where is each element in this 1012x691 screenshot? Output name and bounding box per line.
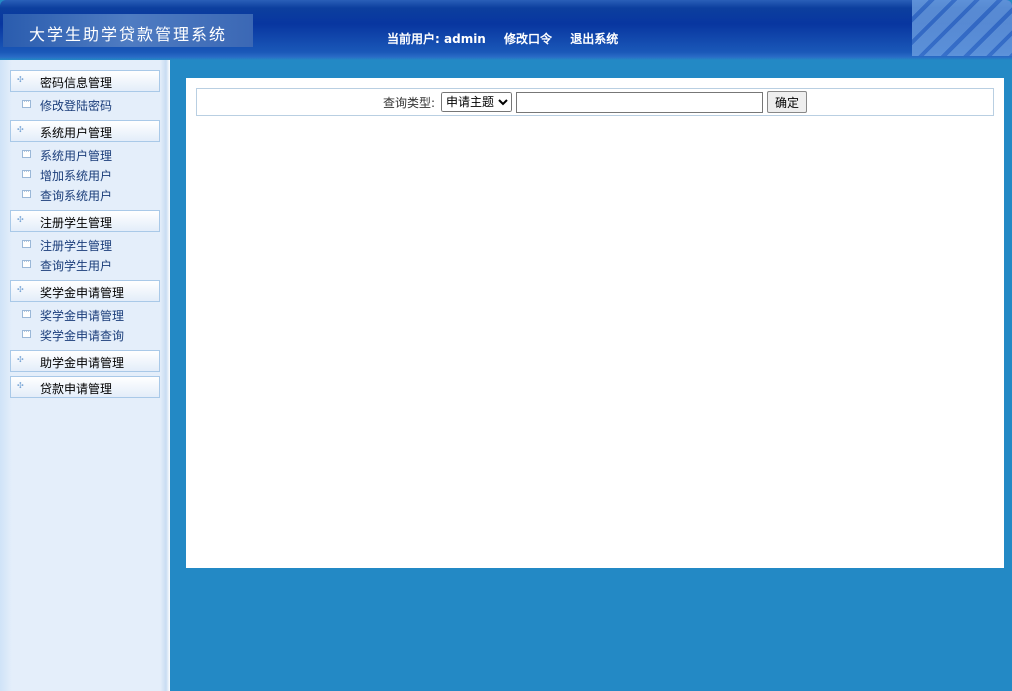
bullet-icon: ✣ bbox=[17, 355, 24, 364]
group-label: 贷款申请管理 bbox=[40, 382, 113, 396]
dots-icon: ··· bbox=[22, 329, 31, 338]
dots-icon: ··· bbox=[22, 189, 31, 198]
sidebar-group-scholarship[interactable]: ✣ 奖学金申请管理 bbox=[10, 280, 160, 302]
group-label: 系统用户管理 bbox=[40, 126, 113, 140]
sidebar-item-system-user-manage[interactable]: ··· 系统用户管理 bbox=[22, 147, 112, 164]
username: admin bbox=[444, 32, 486, 46]
user-bar: 当前用户: admin 修改口令 退出系统 bbox=[387, 30, 632, 47]
query-type-select[interactable]: 申请主题 bbox=[441, 92, 513, 112]
bullet-icon: ✣ bbox=[17, 125, 24, 134]
sidebar-item-add-system-user[interactable]: ··· 增加系统用户 bbox=[22, 167, 112, 184]
header: 大学生助学贷款管理系统 当前用户: admin 修改口令 退出系统 bbox=[0, 0, 1012, 60]
logout-link[interactable]: 退出系统 bbox=[570, 32, 618, 46]
sidebar-group-password[interactable]: ✣ 密码信息管理 bbox=[10, 70, 160, 92]
item-label: 奖学金申请查询 bbox=[40, 329, 125, 343]
sidebar-group-students[interactable]: ✣ 注册学生管理 bbox=[10, 210, 160, 232]
dots-icon: ··· bbox=[22, 149, 31, 158]
group-label: 助学金申请管理 bbox=[40, 356, 125, 370]
query-type-label: 查询类型: bbox=[382, 95, 436, 110]
item-label: 修改登陆密码 bbox=[40, 99, 113, 113]
dots-icon: ··· bbox=[22, 309, 31, 318]
sidebar-group-system-users[interactable]: ✣ 系统用户管理 bbox=[10, 120, 160, 142]
item-label: 奖学金申请管理 bbox=[40, 309, 125, 323]
sidebar: ✣ 密码信息管理 ··· 修改登陆密码 ✣ 系统用户管理 ··· 系统用户管理 ··· 增… bbox=[0, 60, 170, 691]
dots-icon: ··· bbox=[22, 169, 31, 178]
group-label: 密码信息管理 bbox=[40, 76, 113, 90]
sidebar-group-loan[interactable]: ✣ 贷款申请管理 bbox=[10, 376, 160, 398]
sidebar-group-grant[interactable]: ✣ 助学金申请管理 bbox=[10, 350, 160, 372]
bullet-icon: ✣ bbox=[17, 75, 24, 84]
sidebar-item-scholarship-manage[interactable]: ··· 奖学金申请管理 bbox=[22, 307, 124, 324]
item-label: 查询学生用户 bbox=[40, 259, 113, 273]
item-label: 系统用户管理 bbox=[40, 149, 113, 163]
keyboard-banner-image bbox=[912, 0, 1012, 56]
current-user-label: 当前用户: bbox=[387, 32, 440, 46]
sidebar-item-scholarship-query[interactable]: ··· 奖学金申请查询 bbox=[22, 327, 124, 344]
query-bar: 查询类型: 申请主题 确定 bbox=[196, 88, 994, 116]
change-password-link[interactable]: 修改口令 bbox=[504, 32, 552, 46]
query-input[interactable] bbox=[516, 91, 764, 113]
dots-icon: ··· bbox=[22, 239, 31, 248]
bullet-icon: ✣ bbox=[17, 285, 24, 294]
group-label: 注册学生管理 bbox=[40, 216, 113, 230]
item-label: 查询系统用户 bbox=[40, 189, 113, 203]
main-content: 查询类型: 申请主题 确定 bbox=[186, 78, 1004, 568]
item-label: 增加系统用户 bbox=[40, 169, 113, 183]
sidebar-item-query-system-user[interactable]: ··· 查询系统用户 bbox=[22, 187, 112, 204]
item-label: 注册学生管理 bbox=[40, 239, 113, 253]
bullet-icon: ✣ bbox=[17, 381, 24, 390]
app-title: 大学生助学贷款管理系统 bbox=[3, 14, 253, 47]
group-label: 奖学金申请管理 bbox=[40, 286, 125, 300]
sidebar-item-change-password[interactable]: ··· 修改登陆密码 bbox=[22, 97, 112, 114]
dots-icon: ··· bbox=[22, 99, 31, 108]
submit-button[interactable]: 确定 bbox=[767, 91, 808, 113]
sidebar-item-query-student[interactable]: ··· 查询学生用户 bbox=[22, 257, 112, 274]
dots-icon: ··· bbox=[22, 259, 31, 268]
bullet-icon: ✣ bbox=[17, 215, 24, 224]
sidebar-item-student-manage[interactable]: ··· 注册学生管理 bbox=[22, 237, 112, 254]
